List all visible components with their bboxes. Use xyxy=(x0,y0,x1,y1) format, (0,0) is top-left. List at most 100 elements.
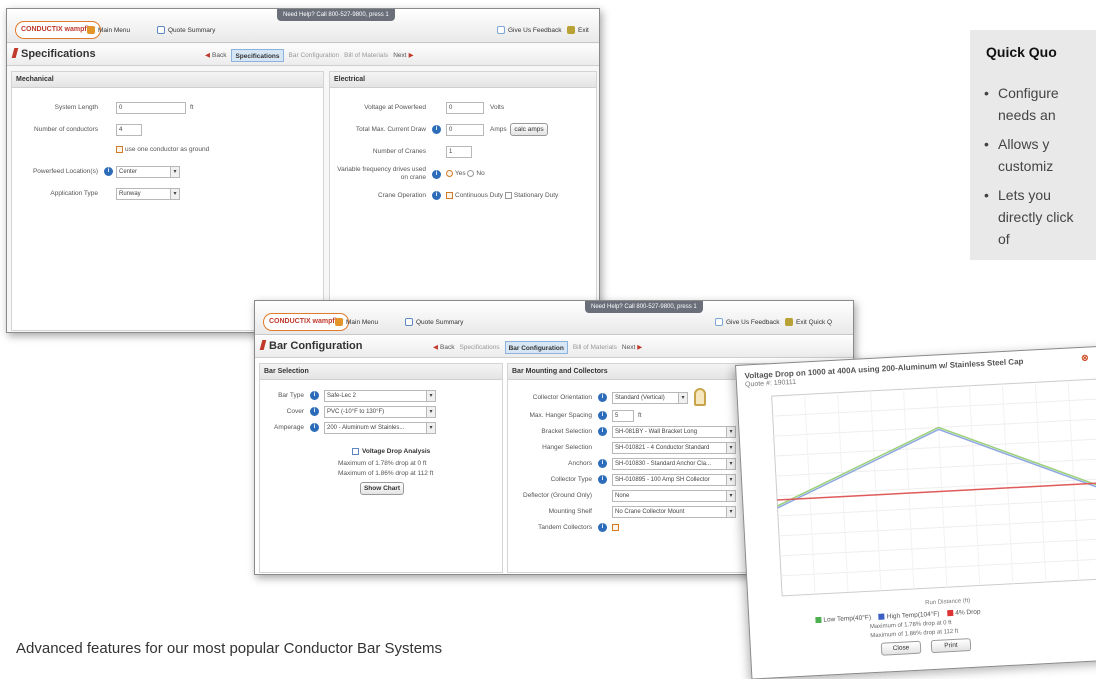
voltage-drop-chart: Run Distance (ft) xyxy=(771,378,1096,606)
feedback-label: Give Us Feedback xyxy=(508,27,562,34)
system-length-label: System Length xyxy=(54,104,98,111)
cover-select[interactable]: PVC (-10°F to 130°F) xyxy=(324,406,436,418)
list-item: Lets you directly click of xyxy=(984,184,1084,250)
anchors-label: Anchors xyxy=(568,460,592,467)
stationary-duty-checkbox[interactable] xyxy=(504,192,512,199)
exit-button[interactable]: Exit xyxy=(567,24,589,37)
current-unit: Amps xyxy=(490,126,507,133)
quick-quote-title: Quick Quo xyxy=(986,44,1057,60)
legend-swatch-high xyxy=(878,613,885,621)
quick-quote-bullets: Configure needs an Allows y customiz Let… xyxy=(984,82,1096,257)
next-button[interactable]: Next xyxy=(622,341,642,354)
feedback-button[interactable]: Give Us Feedback xyxy=(715,316,779,329)
step-bill-of-materials[interactable]: Bill of Materials xyxy=(344,49,388,62)
cranes-stepper[interactable]: 1 xyxy=(446,146,472,158)
help-banner[interactable]: Need Help? Call 800-527-9800, press 1 xyxy=(585,301,703,313)
vfd-no-label: No xyxy=(476,170,485,178)
x-axis-label: Run Distance (ft) xyxy=(925,598,970,606)
orientation-select[interactable]: Standard (Vertical) xyxy=(612,392,688,404)
document-icon xyxy=(157,26,165,35)
info-icon[interactable]: i xyxy=(598,393,607,402)
application-select[interactable]: Runway xyxy=(116,188,180,200)
calc-amps-button[interactable]: calc amps xyxy=(510,123,548,136)
hanger-spacing-stepper[interactable]: 5 xyxy=(612,410,634,422)
chart-print-button[interactable]: Print xyxy=(930,638,972,654)
vfd-yes-radio[interactable] xyxy=(446,170,453,177)
legend-swatch-low xyxy=(815,617,822,624)
feedback-button[interactable]: Give Us Feedback xyxy=(497,24,561,37)
info-icon[interactable]: i xyxy=(432,125,441,134)
main-menu-button[interactable]: Main Menu xyxy=(87,24,130,37)
vfd-radio-group[interactable]: Yes No xyxy=(446,170,485,177)
collector-type-label: Collector Type xyxy=(550,476,592,483)
hanger-selection-select[interactable]: SH-010821 - 4 Conductor Standard xyxy=(612,442,736,454)
step-bar-configuration[interactable]: Bar Configuration xyxy=(504,341,568,354)
voltage-label: Voltage at Powerfeed xyxy=(364,104,426,111)
step-bill-of-materials[interactable]: Bill of Materials xyxy=(573,341,617,354)
quote-summary-label: Quote Summary xyxy=(416,319,464,326)
info-icon[interactable]: i xyxy=(598,411,607,420)
exit-button[interactable]: Exit Quick Q xyxy=(785,316,832,329)
hanger-selection-label: Hanger Selection xyxy=(542,444,592,451)
ground-checkbox-label: use one conductor as ground xyxy=(125,146,210,154)
info-icon[interactable]: i xyxy=(310,391,319,400)
home-icon xyxy=(87,26,95,35)
crane-operation-options[interactable]: Continuous Duty Stationary Duty xyxy=(446,192,558,199)
back-button[interactable]: Back xyxy=(205,49,226,62)
collector-type-select[interactable]: SH-010895 - 100 Amp SH Collector xyxy=(612,474,736,486)
next-button[interactable]: Next xyxy=(393,49,413,62)
deflector-label: Deflector (Ground Only) xyxy=(523,492,592,499)
bar-type-select[interactable]: Safe-Lec 2 xyxy=(324,390,436,402)
anchors-select[interactable]: SH-010830 - Standard Anchor Cla... xyxy=(612,458,736,470)
chart-close-button[interactable]: Close xyxy=(880,640,922,656)
exit-icon xyxy=(567,26,575,35)
tagline: Advanced features for our most popular C… xyxy=(16,640,443,657)
bracket-select[interactable]: SH-081BY - Wall Bracket Long xyxy=(612,426,736,438)
step-specifications[interactable]: Specifications xyxy=(459,341,499,354)
num-conductors-stepper[interactable]: 4 xyxy=(116,124,142,136)
quote-summary-button[interactable]: Quote Summary xyxy=(405,316,463,329)
mounting-shelf-label: Mounting Shelf xyxy=(548,508,592,515)
hanger-spacing-label: Max. Hanger Spacing xyxy=(529,412,592,419)
page-title: Specifications xyxy=(11,48,96,60)
show-chart-button[interactable]: Show Chart xyxy=(360,482,404,495)
info-icon[interactable]: i xyxy=(598,523,607,532)
quote-summary-button[interactable]: Quote Summary xyxy=(157,24,215,37)
vfd-no-radio[interactable] xyxy=(467,170,475,177)
specifications-window: Need Help? Call 800-527-9800, press 1 CO… xyxy=(6,8,600,333)
info-icon[interactable]: i xyxy=(310,407,319,416)
ground-checkbox[interactable] xyxy=(116,146,123,153)
legend-swatch-limit xyxy=(947,610,954,617)
tandem-checkbox[interactable] xyxy=(612,524,619,531)
system-length-input[interactable]: 0 xyxy=(116,102,186,114)
ground-checkbox-row[interactable]: use one conductor as ground xyxy=(116,146,209,153)
back-button[interactable]: Back xyxy=(433,341,454,354)
main-menu-button[interactable]: Main Menu xyxy=(335,316,378,329)
info-icon[interactable]: i xyxy=(432,170,441,179)
continuous-duty-checkbox[interactable] xyxy=(446,192,453,199)
step-bar-configuration[interactable]: Bar Configuration xyxy=(289,49,340,62)
info-icon[interactable]: i xyxy=(598,427,607,436)
current-input[interactable]: 0 xyxy=(446,124,484,136)
mounting-shelf-select[interactable]: No Crane Collector Mount xyxy=(612,506,736,518)
voltage-input[interactable]: 0 xyxy=(446,102,484,114)
page-title-text: Bar Configuration xyxy=(269,340,363,352)
application-label: Application Type xyxy=(50,190,98,197)
step-specifications[interactable]: Specifications xyxy=(231,49,284,62)
main-menu-label: Main Menu xyxy=(346,319,379,326)
feedback-icon xyxy=(497,26,505,35)
chart-icon xyxy=(352,448,359,455)
info-icon[interactable]: i xyxy=(310,423,319,432)
bar-type-label: Bar Type xyxy=(278,392,304,399)
feedback-icon xyxy=(715,318,723,327)
help-banner[interactable]: Need Help? Call 800-527-9800, press 1 xyxy=(277,9,395,21)
amperage-select[interactable]: 200 - Aluminum w/ Stainles... xyxy=(324,422,436,434)
deflector-select[interactable]: None xyxy=(612,490,736,502)
analysis-line-1: Maximum of 1.78% drop at 0 ft xyxy=(338,460,427,467)
powerfeed-select[interactable]: Center xyxy=(116,166,180,178)
info-icon[interactable]: i xyxy=(104,167,113,176)
info-icon[interactable]: i xyxy=(432,191,441,200)
info-icon[interactable]: i xyxy=(598,475,607,484)
voltage-drop-analysis-title: Voltage Drop Analysis xyxy=(352,448,430,455)
info-icon[interactable]: i xyxy=(598,459,607,468)
